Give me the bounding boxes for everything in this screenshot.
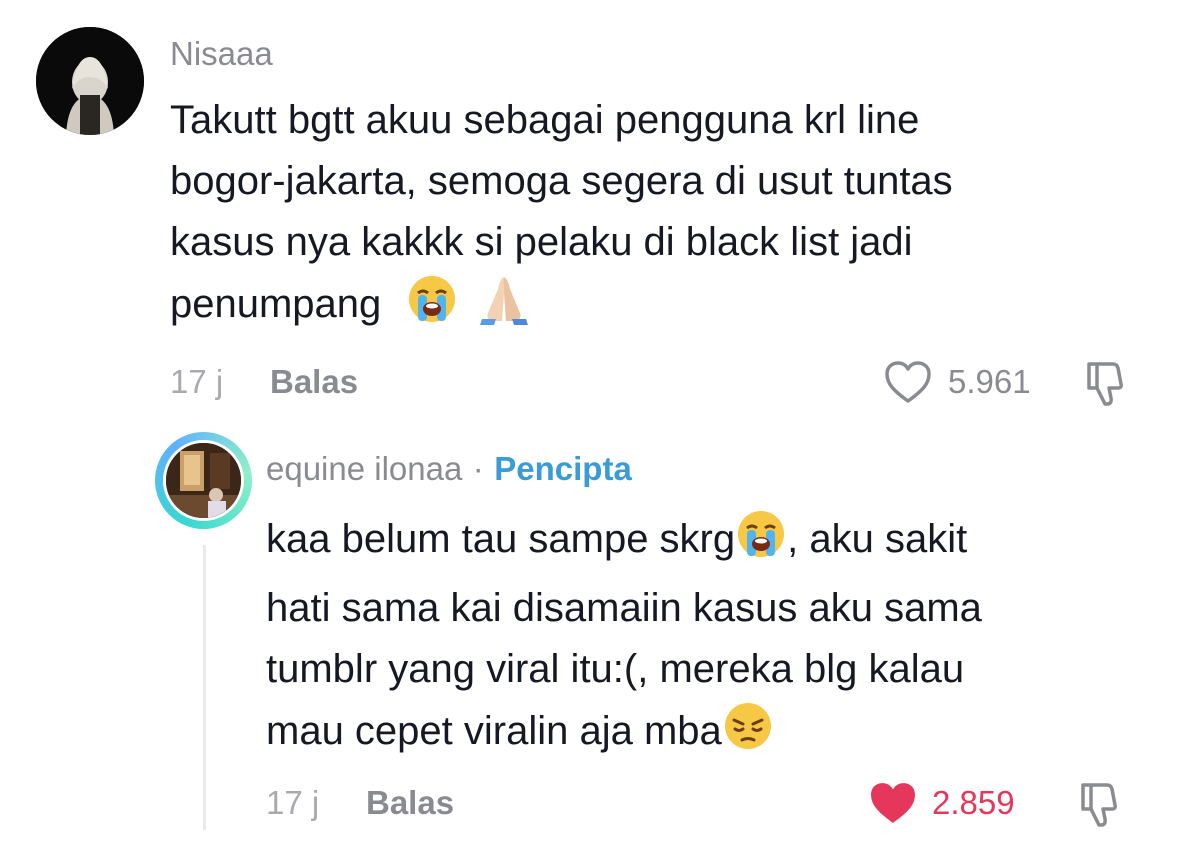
crying-face-icon: [735, 508, 787, 578]
comment-text-line-end: penumpang: [170, 282, 382, 326]
reply-text-segment: mau cepet viralin aja mba: [266, 709, 722, 753]
thread-line: [203, 545, 206, 830]
reply-text-line: mau cepet viralin aja mba: [266, 700, 1146, 770]
avatar-photo-icon: [36, 27, 144, 135]
comment-text-line: Takutt bgtt akuu sebagai pengguna krl li…: [170, 98, 920, 142]
like-count: 5.961: [948, 363, 1031, 400]
reply-text-line: tumblr yang viral itu:(, mereka blg kala…: [266, 647, 965, 691]
crying-face-icon: [406, 273, 458, 343]
comment-text: Takutt bgtt akuu sebagai pengguna krl li…: [170, 90, 1130, 343]
like-count: 2.859: [932, 784, 1015, 821]
thumbs-down-icon: [1081, 783, 1117, 827]
heart-filled-icon: [871, 783, 915, 823]
dislike-button[interactable]: [1077, 779, 1125, 834]
comment-text-line: penumpang: [170, 273, 1130, 343]
comment-username[interactable]: Nisaaa: [170, 37, 273, 70]
comment-text-line: bogor-jakarta, semoga segera di usut tun…: [170, 159, 953, 203]
like-button[interactable]: [867, 780, 919, 831]
comment-timestamp: 17 j: [170, 363, 224, 400]
reply-username[interactable]: equine ilonaa: [266, 450, 462, 487]
reply-header: equine ilonaa · Pencipta: [266, 452, 632, 485]
reply-text-segment: , aku sakit: [787, 517, 968, 561]
creator-badge: Pencipta: [494, 450, 632, 487]
reply-text-segment: kaa belum tau sampe skrg: [266, 517, 736, 561]
pensive-face-icon: [722, 700, 774, 770]
reply-text: kaa belum tau sampe skrg , aku sakit hat…: [266, 508, 1146, 770]
reply-button[interactable]: Balas: [366, 786, 454, 819]
dislike-button[interactable]: [1083, 358, 1131, 413]
reply-avatar[interactable]: [163, 440, 244, 521]
folded-hands-icon: [474, 273, 534, 343]
reply-text-line: hati sama kai disamaiin kasus aku sama: [266, 586, 982, 630]
avatar-photo-icon: [166, 443, 241, 518]
heart-outline-icon: [885, 361, 931, 403]
reply-timestamp: 17 j: [266, 784, 320, 821]
reply-text-line: kaa belum tau sampe skrg , aku sakit: [266, 508, 1146, 578]
like-button[interactable]: [884, 360, 932, 409]
comment-text-line: kasus nya kakkk si pelaku di black list …: [170, 220, 913, 264]
avatar[interactable]: [36, 27, 144, 135]
separator-dot: ·: [472, 450, 484, 487]
reply-button[interactable]: Balas: [270, 365, 358, 398]
thumbs-down-icon: [1087, 362, 1123, 406]
